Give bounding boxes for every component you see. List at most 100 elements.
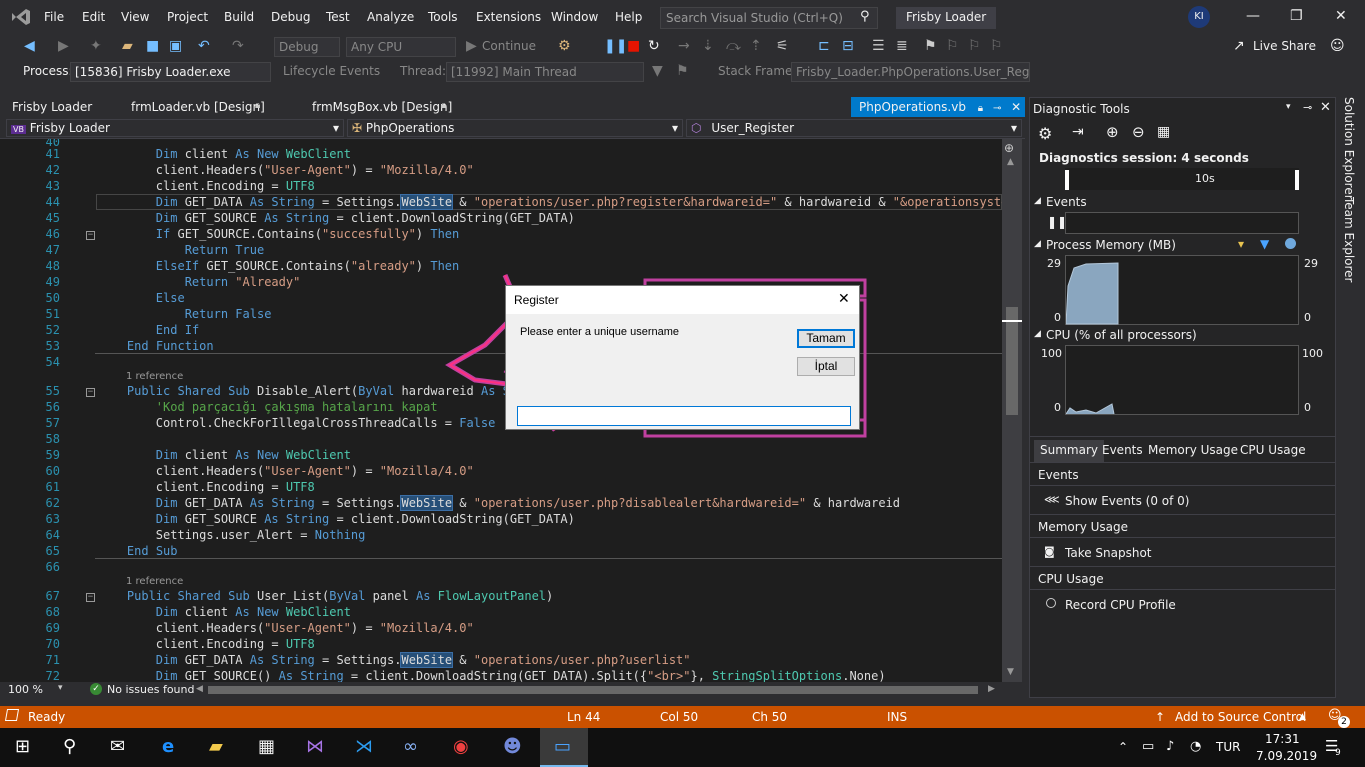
break-all-icon[interactable]: ❚❚ [604, 38, 627, 54]
close-icon[interactable]: ✕ [1335, 8, 1347, 24]
events-track[interactable] [1065, 212, 1299, 234]
discord-icon[interactable]: ☻ [503, 736, 522, 757]
tab-frmloader-design[interactable]: frmLoader.vb [Design] [123, 97, 273, 117]
network-icon[interactable]: ◔ [1190, 739, 1201, 754]
menu-edit[interactable]: Edit [82, 10, 105, 24]
search-input[interactable]: Search Visual Studio (Ctrl+Q) [660, 7, 878, 29]
code-line[interactable]: Dim GET_DATA As String = Settings.WebSit… [98, 652, 691, 668]
tab-frmmsgbox-design[interactable]: frmMsgBox.vb [Design] [304, 97, 460, 117]
hot-reload-icon[interactable]: ⚟ [776, 38, 789, 54]
chevron-up-icon[interactable]: ⌃ [1118, 740, 1128, 754]
bookmark-icon[interactable]: ⊏ [818, 38, 830, 54]
menu-help[interactable]: Help [615, 10, 642, 24]
thread-dropdown[interactable]: [11992] Main Thread [446, 62, 644, 82]
code-line[interactable]: End Sub [98, 544, 178, 558]
undo-icon[interactable]: ↶ [198, 38, 210, 54]
close-tab-icon[interactable]: ✕ [1011, 100, 1021, 114]
codelens-references[interactable]: 1 reference [126, 371, 183, 382]
tab-phpoperations[interactable]: PhpOperations.vb 🔒︎ ⊸ ✕ [851, 97, 1025, 117]
infinity-icon[interactable]: ∞ [403, 736, 418, 757]
pin-icon[interactable]: ⊸ [993, 103, 1001, 114]
open-folder-icon[interactable]: ▰ [122, 38, 133, 54]
step-out-icon[interactable]: ⇡ [750, 38, 762, 54]
reset-zoom-icon[interactable]: ▦ [1157, 124, 1170, 140]
code-line[interactable]: Control.CheckForIllegalCrossThreadCalls … [98, 416, 496, 430]
flag-thread-icon[interactable]: ⚑ [676, 63, 689, 79]
save-icon[interactable]: ■ [146, 38, 159, 54]
vs-code-icon[interactable]: ⋊ [355, 736, 373, 757]
member-dropdown[interactable]: ⬡ User_Register ▾ [686, 119, 1022, 137]
timeline-end-handle[interactable] [1295, 170, 1299, 190]
code-line[interactable]: client.Encoding = UTF8 [98, 480, 315, 494]
new-item-icon[interactable]: ✦ [90, 38, 102, 54]
chevron-down-icon[interactable]: ▾ [1286, 102, 1291, 112]
search-icon[interactable]: ⚲ [860, 9, 870, 24]
collapse-icon[interactable]: ◢ [1034, 329, 1041, 339]
file-explorer-icon[interactable]: ▰ [209, 736, 223, 757]
menu-file[interactable]: File [44, 10, 64, 24]
stop-icon[interactable]: ■ [627, 38, 640, 54]
avatar[interactable]: KI [1188, 6, 1210, 28]
collapse-icon[interactable]: ◢ [1034, 196, 1041, 206]
export-icon[interactable]: ⇥ [1072, 124, 1084, 140]
timeline-start-handle[interactable] [1065, 170, 1069, 190]
edge-icon[interactable]: e [162, 736, 174, 757]
class-dropdown[interactable]: ✠ PhpOperations ▾ [347, 119, 683, 137]
live-share-button[interactable]: Live Share [1253, 39, 1316, 53]
code-line[interactable]: Settings.user_Alert = Nothing [98, 528, 366, 542]
active-app-tab[interactable]: ▭ [540, 728, 588, 767]
continue-button[interactable]: Continue [482, 39, 536, 53]
volume-icon[interactable]: ♪ [1166, 739, 1174, 754]
chevron-down-icon[interactable]: ▾ [58, 683, 63, 693]
lifecycle-events-dropdown[interactable]: Lifecycle Events [283, 64, 380, 78]
code-line[interactable]: Dim GET_DATA As String = Settings.WebSit… [98, 495, 900, 511]
code-line[interactable]: client.Headers("User-Agent") = "Mozilla/… [98, 163, 474, 177]
code-line[interactable]: Return False [98, 307, 272, 321]
toggle-bookmark-icon[interactable]: ⚑ [924, 38, 937, 54]
zoom-in-icon[interactable]: ⊕ [1106, 123, 1119, 141]
menu-extensions[interactable]: Extensions [476, 10, 541, 24]
live-share-icon[interactable]: ↗ [1233, 38, 1245, 54]
tab-cpu-usage[interactable]: CPU Usage [1240, 443, 1306, 457]
tab-events[interactable]: Events [1102, 443, 1143, 457]
menu-debug[interactable]: Debug [271, 10, 310, 24]
scroll-down-icon[interactable]: ▼ [1007, 667, 1014, 677]
code-line[interactable]: Dim GET_SOURCE As String = client.Downlo… [98, 512, 575, 526]
code-line[interactable]: client.Headers("User-Agent") = "Mozilla/… [98, 464, 474, 478]
process-dropdown[interactable]: [15836] Frisby Loader.exe [70, 62, 271, 82]
code-line[interactable]: End Function [98, 339, 214, 353]
filter-icon[interactable]: ▼ [652, 63, 663, 79]
code-line[interactable]: If GET_SOURCE.Contains("succesfully") Th… [98, 227, 459, 241]
chrome-icon[interactable]: ◉ [453, 736, 469, 757]
language-indicator[interactable]: TUR [1216, 740, 1240, 754]
code-line[interactable]: Dim GET_SOURCE() As String = client.Down… [98, 669, 886, 682]
project-dropdown[interactable]: VB Frisby Loader ▾ [6, 119, 344, 137]
battery-icon[interactable]: ▭ [1142, 739, 1154, 754]
restart-icon[interactable]: ↻ [648, 38, 660, 54]
cpu-graph[interactable] [1065, 345, 1299, 415]
show-next-icon[interactable]: → [678, 38, 690, 54]
code-line[interactable]: Dim GET_DATA As String = Settings.WebSit… [98, 194, 1002, 210]
horizontal-scrollbar-thumb[interactable] [208, 686, 978, 694]
clock-date[interactable]: 7.09.2019 [1256, 749, 1317, 763]
step-over-icon[interactable]: ⤼ [726, 38, 741, 54]
menu-tools[interactable]: Tools [428, 10, 458, 24]
record-cpu-profile-button[interactable]: Record CPU Profile [1065, 598, 1176, 612]
menu-build[interactable]: Build [224, 10, 254, 24]
step-into-icon[interactable]: ⇣ [702, 38, 714, 54]
scroll-up-icon[interactable]: ▲ [1007, 157, 1014, 167]
scroll-right-icon[interactable]: ▶ [988, 684, 995, 694]
cancel-button[interactable]: İptal [797, 357, 855, 376]
feedback-icon[interactable]: ☺ [1330, 38, 1345, 54]
code-line[interactable]: End If [98, 323, 199, 337]
tab-summary[interactable]: Summary [1034, 440, 1104, 462]
close-panel-icon[interactable]: ✕ [1320, 100, 1331, 115]
pin-icon[interactable]: ⊸ [1303, 101, 1312, 114]
attach-icon[interactable]: ⚙ [558, 38, 571, 54]
menu-project[interactable]: Project [167, 10, 208, 24]
code-line[interactable]: client.Encoding = UTF8 [98, 637, 315, 651]
zoom-dropdown[interactable]: 100 % [8, 683, 43, 696]
code-line[interactable]: Public Shared Sub User_List(ByVal panel … [98, 589, 553, 603]
minimize-icon[interactable]: — [1246, 8, 1260, 24]
maximize-icon[interactable]: ❐ [1290, 8, 1303, 24]
